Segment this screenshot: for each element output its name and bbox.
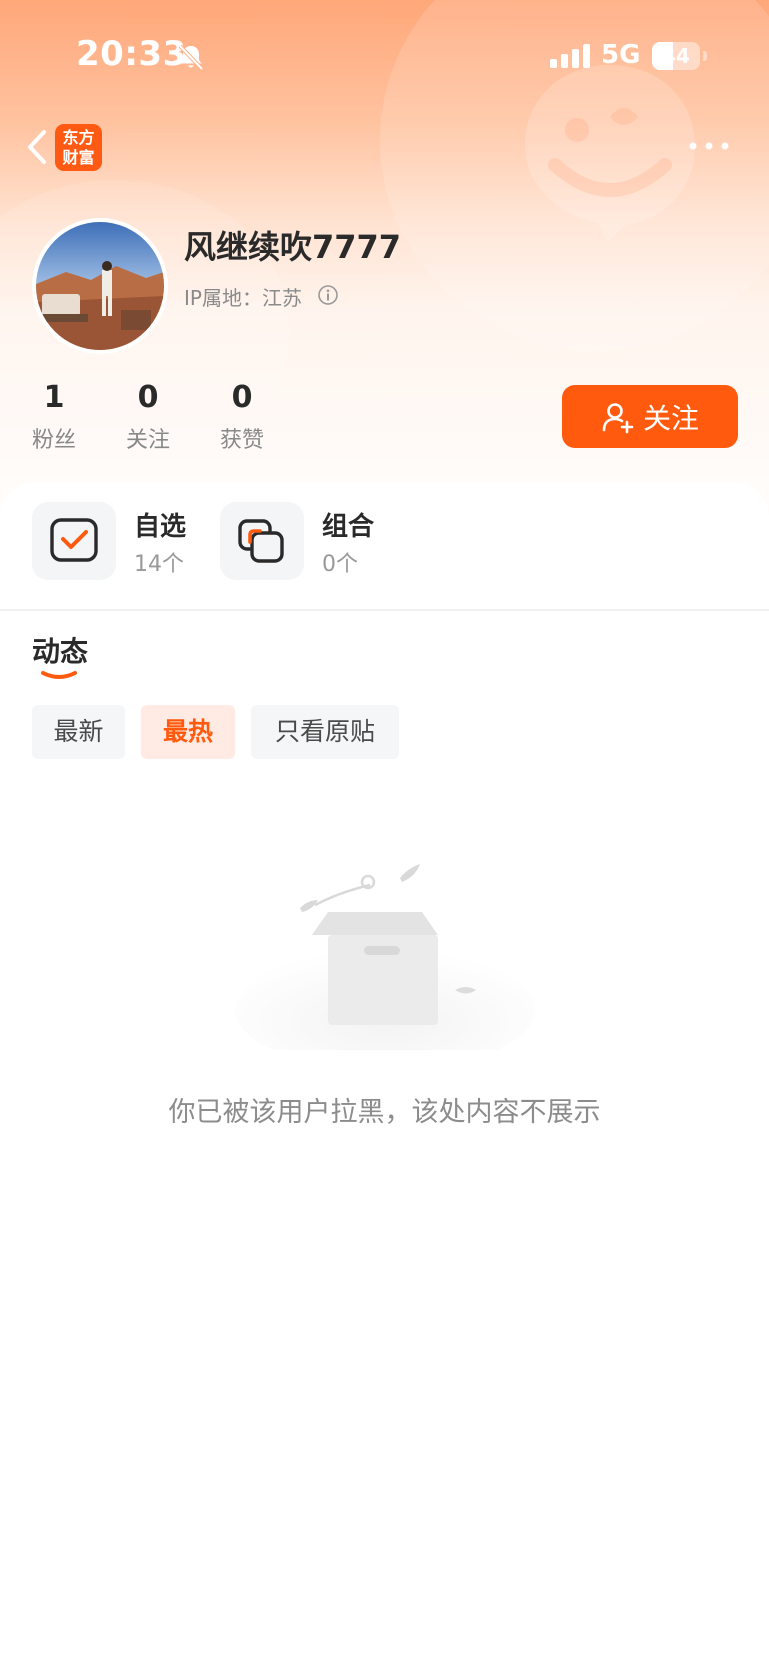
info-icon[interactable] [317,284,339,306]
watchlist-count: 14个 [134,552,184,577]
battery-tip [703,51,707,61]
logo-line-1: 东方 [62,127,95,147]
portfolio-title: 组合 [322,512,375,542]
follow-label: 关注 [642,401,699,435]
watchlist-title: 自选 [134,512,187,542]
section-divider [0,609,769,611]
status-bar: 20:33 5G 44 [0,0,769,115]
network-type: 5G [601,40,641,70]
filter-original-only[interactable]: 只看原贴 [251,705,399,759]
following-label: 关注 [125,428,170,453]
section-title-feed: 动态 [32,635,89,668]
likes-count: 0 [231,380,253,415]
battery-indicator: 44 [652,42,700,70]
empty-box-illustration [235,864,535,1050]
filter-latest[interactable]: 最新 [32,705,125,759]
shortcut-card: 自选 14个 组合 0个 [0,482,769,610]
username: 风继续吹7777 [184,228,402,266]
portfolio-tile [220,502,304,580]
bell-off-icon [178,44,204,71]
followers-count: 1 [43,380,65,415]
stat-likes[interactable]: 0 获赞 [202,378,282,454]
more-options-button[interactable] [684,126,734,166]
following-count: 0 [137,380,159,415]
portfolio-count: 0个 [322,552,358,577]
title-underline [41,671,77,679]
stat-followers[interactable]: 1 粉丝 [14,378,94,454]
cellular-signal-icon [550,44,590,68]
avatar-photo [36,222,164,350]
status-time: 20:33 [76,34,187,74]
stacked-squares-icon [238,519,284,563]
app-logo[interactable]: 东方 财富 [55,124,102,171]
back-button[interactable] [14,122,58,172]
add-user-icon [602,402,634,433]
logo-line-2: 财富 [62,147,95,167]
empty-state-message: 你已被该用户拉黑，该处内容不展示 [168,1097,601,1128]
checkbox-icon [50,518,98,562]
watchlist-tile [32,502,116,580]
filter-hottest[interactable]: 最热 [141,705,235,759]
avatar[interactable] [32,218,168,354]
follow-button[interactable]: 关注 [562,385,738,448]
ip-location: IP属地：江苏 [184,286,302,310]
battery-percent: 44 [662,44,690,68]
likes-label: 获赞 [219,428,264,453]
stat-following[interactable]: 0 关注 [108,378,188,454]
followers-label: 粉丝 [31,428,76,453]
